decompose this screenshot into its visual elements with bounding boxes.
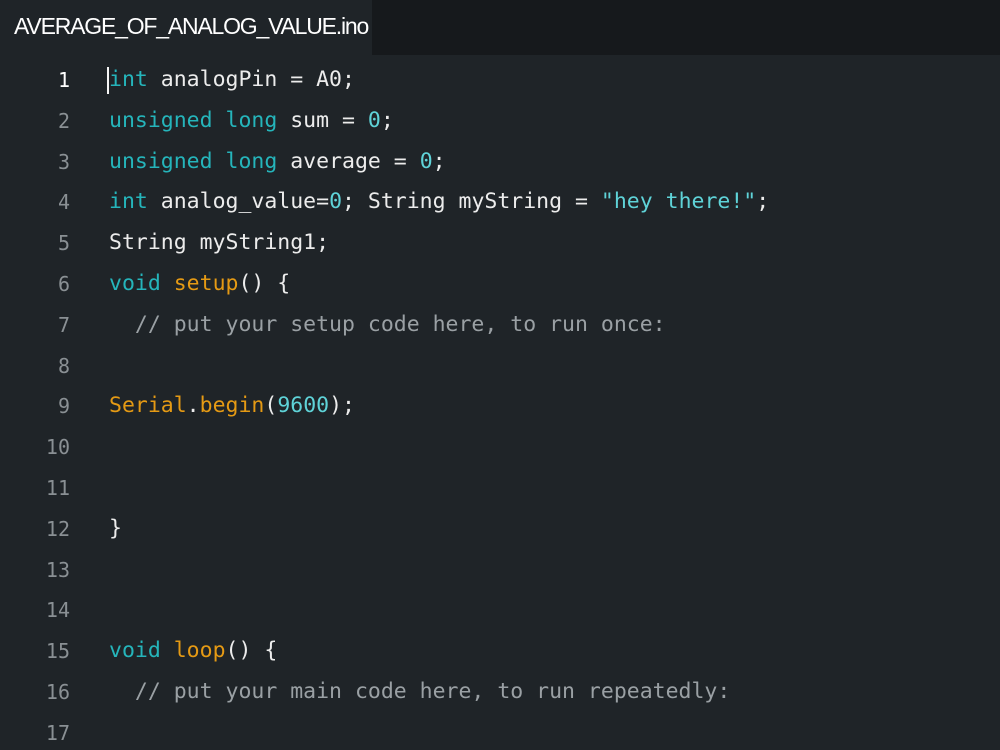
code-line[interactable]: 4 int analog_value=0; String myString = "… xyxy=(0,182,1000,223)
code-token: analog_value= xyxy=(147,189,330,215)
code-token: String myString1; xyxy=(109,230,330,256)
line-number: 9 xyxy=(57,394,70,419)
code-token: () { xyxy=(225,638,278,664)
code-token: . xyxy=(186,393,200,419)
code-token: 0 xyxy=(329,189,343,215)
line-number: 10 xyxy=(45,435,70,460)
line-text: int analogPin = A0; xyxy=(109,60,355,101)
code-token: // put your main code here, to run repea… xyxy=(109,678,731,704)
code-token: begin xyxy=(199,393,265,419)
line-number: 4 xyxy=(57,190,70,215)
code-token: unsigned xyxy=(109,148,213,174)
line-number: 17 xyxy=(45,720,70,745)
code-line[interactable]: 9 Serial.begin(9600); xyxy=(0,386,1000,427)
line-text: unsigned long average = 0; xyxy=(109,142,446,183)
code-line[interactable]: 1 int analogPin = A0; xyxy=(0,60,1000,101)
code-token: long xyxy=(225,107,278,133)
code-token: ; xyxy=(432,148,446,174)
code-token: long xyxy=(225,148,278,174)
code-token: ; xyxy=(756,189,770,215)
line-text: } xyxy=(109,509,122,550)
code-token: Serial xyxy=(109,393,187,419)
code-line[interactable]: 15 void loop() { xyxy=(0,631,1000,672)
line-text: unsigned long sum = 0; xyxy=(109,101,394,142)
code-line[interactable]: 17 xyxy=(0,713,1000,750)
code-token: ; String myString = xyxy=(342,189,601,215)
code-line[interactable]: 5 String myString1; xyxy=(0,223,1000,264)
code-area[interactable]: 1 int analogPin = A0; 2 unsigned long sum =… xyxy=(0,60,1000,750)
code-token: // put your setup code here, to run once… xyxy=(109,311,666,337)
line-text: void loop() { xyxy=(109,631,277,672)
code-token: int xyxy=(109,67,148,92)
code-token: 0 xyxy=(419,148,433,174)
code-token: "hey there!" xyxy=(600,189,757,215)
text-cursor xyxy=(107,67,109,94)
line-number: 2 xyxy=(57,108,70,133)
code-token: void xyxy=(109,638,161,664)
tab-file[interactable]: AVERAGE_OF_ANALOG_VALUE.ino xyxy=(0,0,372,55)
line-number: 12 xyxy=(45,516,70,541)
code-token: 9600 xyxy=(277,393,330,419)
code-token: average = xyxy=(277,148,420,174)
line-number: 13 xyxy=(45,557,70,582)
code-token: ; xyxy=(380,107,394,133)
code-token: sum = xyxy=(277,107,368,133)
code-line[interactable]: 12} xyxy=(0,509,1000,550)
code-line[interactable]: 10 xyxy=(0,427,1000,468)
line-number: 7 xyxy=(57,312,70,337)
code-line[interactable]: 2 unsigned long sum = 0; xyxy=(0,101,1000,142)
line-number: 11 xyxy=(45,475,70,500)
line-text: // put your setup code here, to run once… xyxy=(109,305,666,346)
line-text: Serial.begin(9600); xyxy=(109,386,355,427)
code-token: unsigned xyxy=(109,107,213,133)
code-editor-window: AVERAGE_OF_ANALOG_VALUE.ino 1 int analogP… xyxy=(0,0,1000,750)
code-line[interactable]: 16 // put your main code here, to run re… xyxy=(0,672,1000,713)
line-number: 3 xyxy=(57,149,70,174)
line-text: String myString1; xyxy=(109,223,329,264)
code-token: 0 xyxy=(367,107,381,133)
tab-bar: AVERAGE_OF_ANALOG_VALUE.ino xyxy=(0,0,1000,55)
code-line[interactable]: 13 xyxy=(0,550,1000,591)
code-token: } xyxy=(109,515,122,541)
code-line[interactable]: 11 xyxy=(0,468,1000,509)
line-number: 1 xyxy=(57,68,70,92)
line-text: int analog_value=0; String myString = "h… xyxy=(109,182,769,223)
code-token: ); xyxy=(329,393,355,419)
code-token: ( xyxy=(264,393,278,419)
code-line[interactable]: 14 xyxy=(0,590,1000,631)
line-number: 8 xyxy=(57,353,70,378)
code-token: void xyxy=(109,270,161,296)
line-text: // put your main code here, to run repea… xyxy=(109,672,730,713)
line-number: 16 xyxy=(45,679,70,704)
code-line[interactable]: 7 // put your setup code here, to run on… xyxy=(0,305,1000,346)
line-text: void setup() { xyxy=(109,264,290,305)
line-number: 14 xyxy=(45,598,70,623)
code-line[interactable]: 3 unsigned long average = 0; xyxy=(0,142,1000,183)
code-token: int xyxy=(109,189,148,215)
code-token: analogPin = A0; xyxy=(147,67,355,92)
code-token: () { xyxy=(238,270,291,296)
line-number: 6 xyxy=(57,271,70,296)
code-line[interactable]: 8 xyxy=(0,346,1000,387)
code-token: setup xyxy=(173,270,239,296)
code-token: loop xyxy=(173,638,226,664)
code-line[interactable]: 6 void setup() { xyxy=(0,264,1000,305)
line-number: 5 xyxy=(57,231,70,256)
line-number: 15 xyxy=(45,639,70,664)
